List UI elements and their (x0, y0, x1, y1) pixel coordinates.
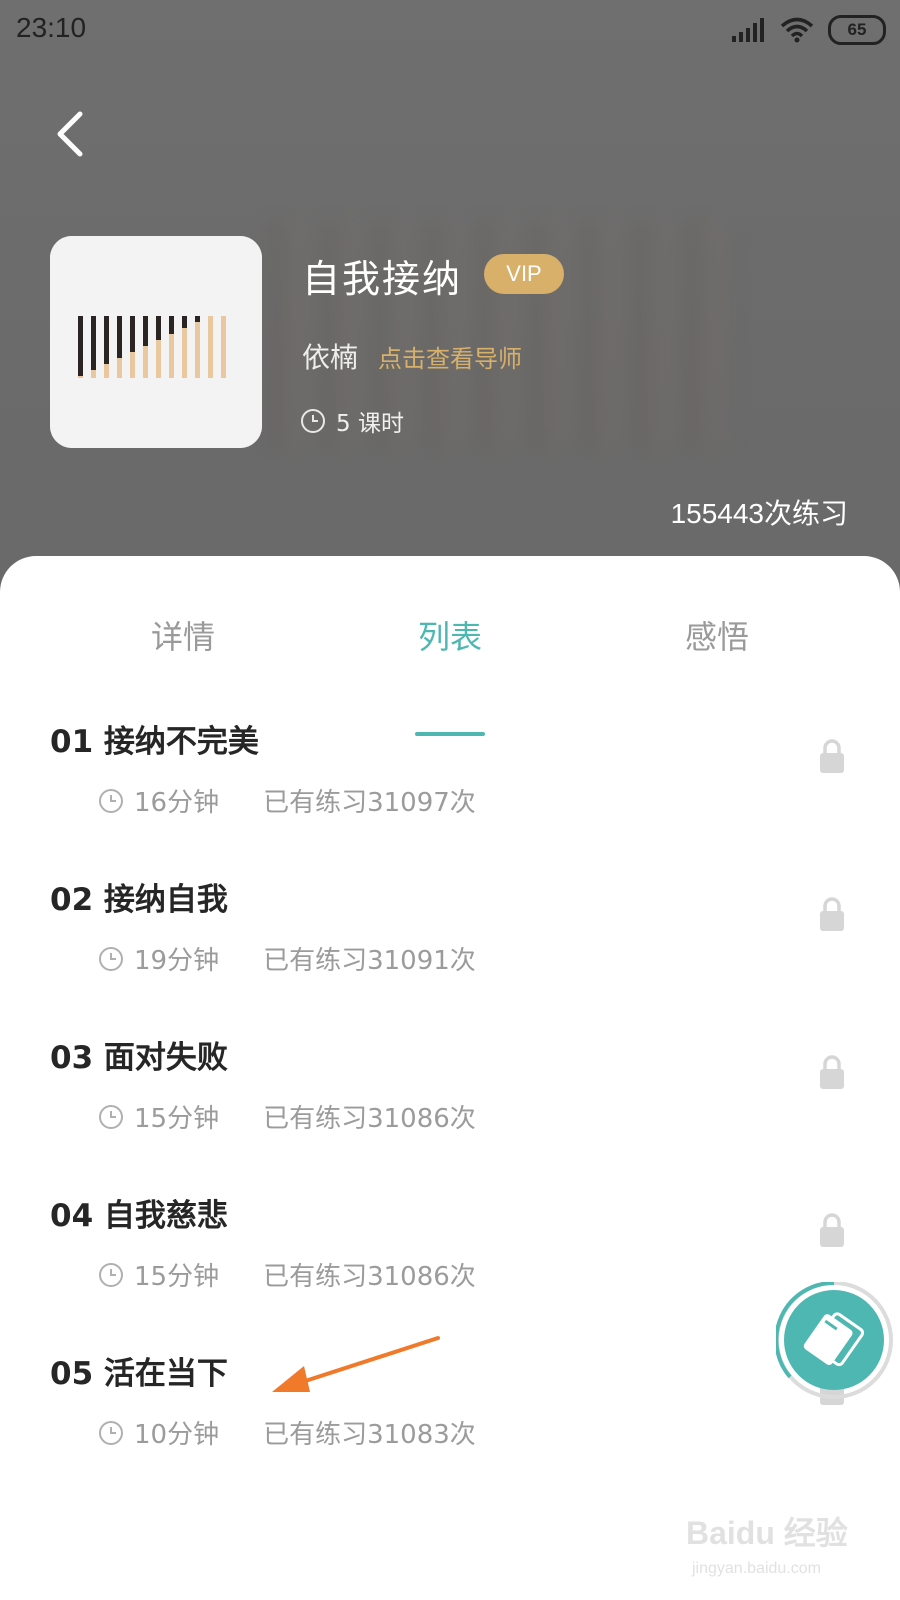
match-burnt-part (156, 316, 161, 340)
match-burnt-part (130, 316, 135, 352)
back-button[interactable] (50, 108, 100, 164)
floating-player-button[interactable] (774, 1280, 896, 1402)
match-burnt-part (117, 316, 122, 358)
lesson-item[interactable]: 02 接纳自我 19分钟 已有练习31091次 (0, 874, 900, 1032)
clock-icon (99, 788, 123, 813)
chevron-left-icon (57, 111, 83, 157)
lesson-practice-count: 已有练习31086次 (263, 1104, 476, 1134)
lesson-practice-count: 已有练习31097次 (263, 788, 476, 818)
match-stick (208, 316, 213, 378)
course-header: 23:10 65 自我接纳 VIP 依楠 点击查看导师 5 课时 155443次… (0, 0, 900, 600)
lesson-meta: 16分钟 已有练习31097次 (98, 782, 476, 819)
lesson-meta: 15分钟 已有练习31086次 (98, 1098, 476, 1135)
lock-icon (820, 1213, 844, 1247)
practice-total: 155443次练习 (670, 498, 848, 529)
lock-icon (820, 897, 844, 931)
status-icons: 65 (732, 14, 886, 46)
clock-icon (99, 1104, 123, 1129)
clock-icon (99, 946, 123, 971)
lesson-duration: 15分钟 (134, 1104, 220, 1134)
lesson-meta: 15分钟 已有练习31086次 (98, 1256, 476, 1293)
tab-list[interactable]: 列表 (380, 612, 520, 658)
lock-icon (820, 1055, 844, 1089)
lesson-title: 04 自我慈悲 (50, 1198, 228, 1234)
watermark-main: Baidu 经验 (686, 1515, 848, 1551)
lesson-count: 5 课时 (300, 404, 404, 438)
clock-icon (99, 1262, 123, 1287)
match-burnt-part (169, 316, 174, 334)
watermark-sub: jingyan.baidu.com (692, 1560, 821, 1577)
wifi-icon (780, 17, 814, 43)
battery-indicator: 65 (828, 15, 886, 45)
match-burnt-part (143, 316, 148, 346)
lesson-title: 02 接纳自我 (50, 882, 228, 918)
match-burnt-part (104, 316, 109, 364)
lesson-count-label: 5 课时 (336, 411, 404, 437)
watermark: Baidu 经验 jingyan.baidu.com (686, 1508, 866, 1590)
view-teacher-link[interactable]: 点击查看导师 (378, 339, 522, 374)
lesson-item[interactable]: 03 面对失败 15分钟 已有练习31086次 (0, 1032, 900, 1190)
lesson-practice-count: 已有练习31083次 (263, 1420, 476, 1450)
teacher-name: 依楠 (302, 341, 359, 374)
lesson-item[interactable]: 04 自我慈悲 15分钟 已有练习31086次 (0, 1190, 900, 1348)
match-burnt-part (78, 316, 83, 376)
lesson-practice-count: 已有练习31091次 (263, 946, 476, 976)
lesson-practice-count: 已有练习31086次 (263, 1262, 476, 1292)
player-card-icon (774, 1280, 893, 1399)
lesson-item[interactable]: 01 接纳不完美 16分钟 已有练习31097次 (0, 716, 900, 874)
burnt-matches-image (50, 236, 262, 448)
match-burnt-part (195, 316, 200, 322)
lesson-duration: 19分钟 (134, 946, 220, 976)
tab-bar: 详情 列表 感悟 (0, 612, 900, 736)
clock-icon (99, 1420, 123, 1445)
match-stick (195, 316, 200, 378)
lesson-duration: 16分钟 (134, 788, 220, 818)
lesson-duration: 15分钟 (134, 1262, 220, 1292)
vip-badge: VIP (484, 254, 564, 294)
clock-icon (301, 409, 325, 433)
status-bar: 23:10 65 (0, 0, 900, 60)
match-stick (221, 316, 226, 378)
lesson-title: 05 活在当下 (50, 1356, 228, 1392)
tab-details[interactable]: 详情 (113, 612, 253, 658)
lesson-meta: 10分钟 已有练习31083次 (98, 1414, 476, 1451)
lesson-meta: 19分钟 已有练习31091次 (98, 940, 476, 977)
signal-icon (732, 18, 764, 42)
status-time: 23:10 (16, 12, 87, 43)
lock-icon (820, 739, 844, 773)
lesson-title: 01 接纳不完美 (50, 724, 259, 760)
lesson-title: 03 面对失败 (50, 1040, 228, 1076)
match-burnt-part (91, 316, 96, 370)
tab-insights[interactable]: 感悟 (647, 612, 787, 658)
lesson-item[interactable]: 05 活在当下 10分钟 已有练习31083次 (0, 1348, 900, 1506)
content-panel: 详情 列表 感悟 01 接纳不完美 16分钟 已有练习31097次 02 接纳自… (0, 556, 900, 1600)
course-cover-image (50, 236, 262, 448)
match-burnt-part (182, 316, 187, 328)
course-title: 自我接纳 (302, 257, 463, 301)
lesson-duration: 10分钟 (134, 1420, 220, 1450)
